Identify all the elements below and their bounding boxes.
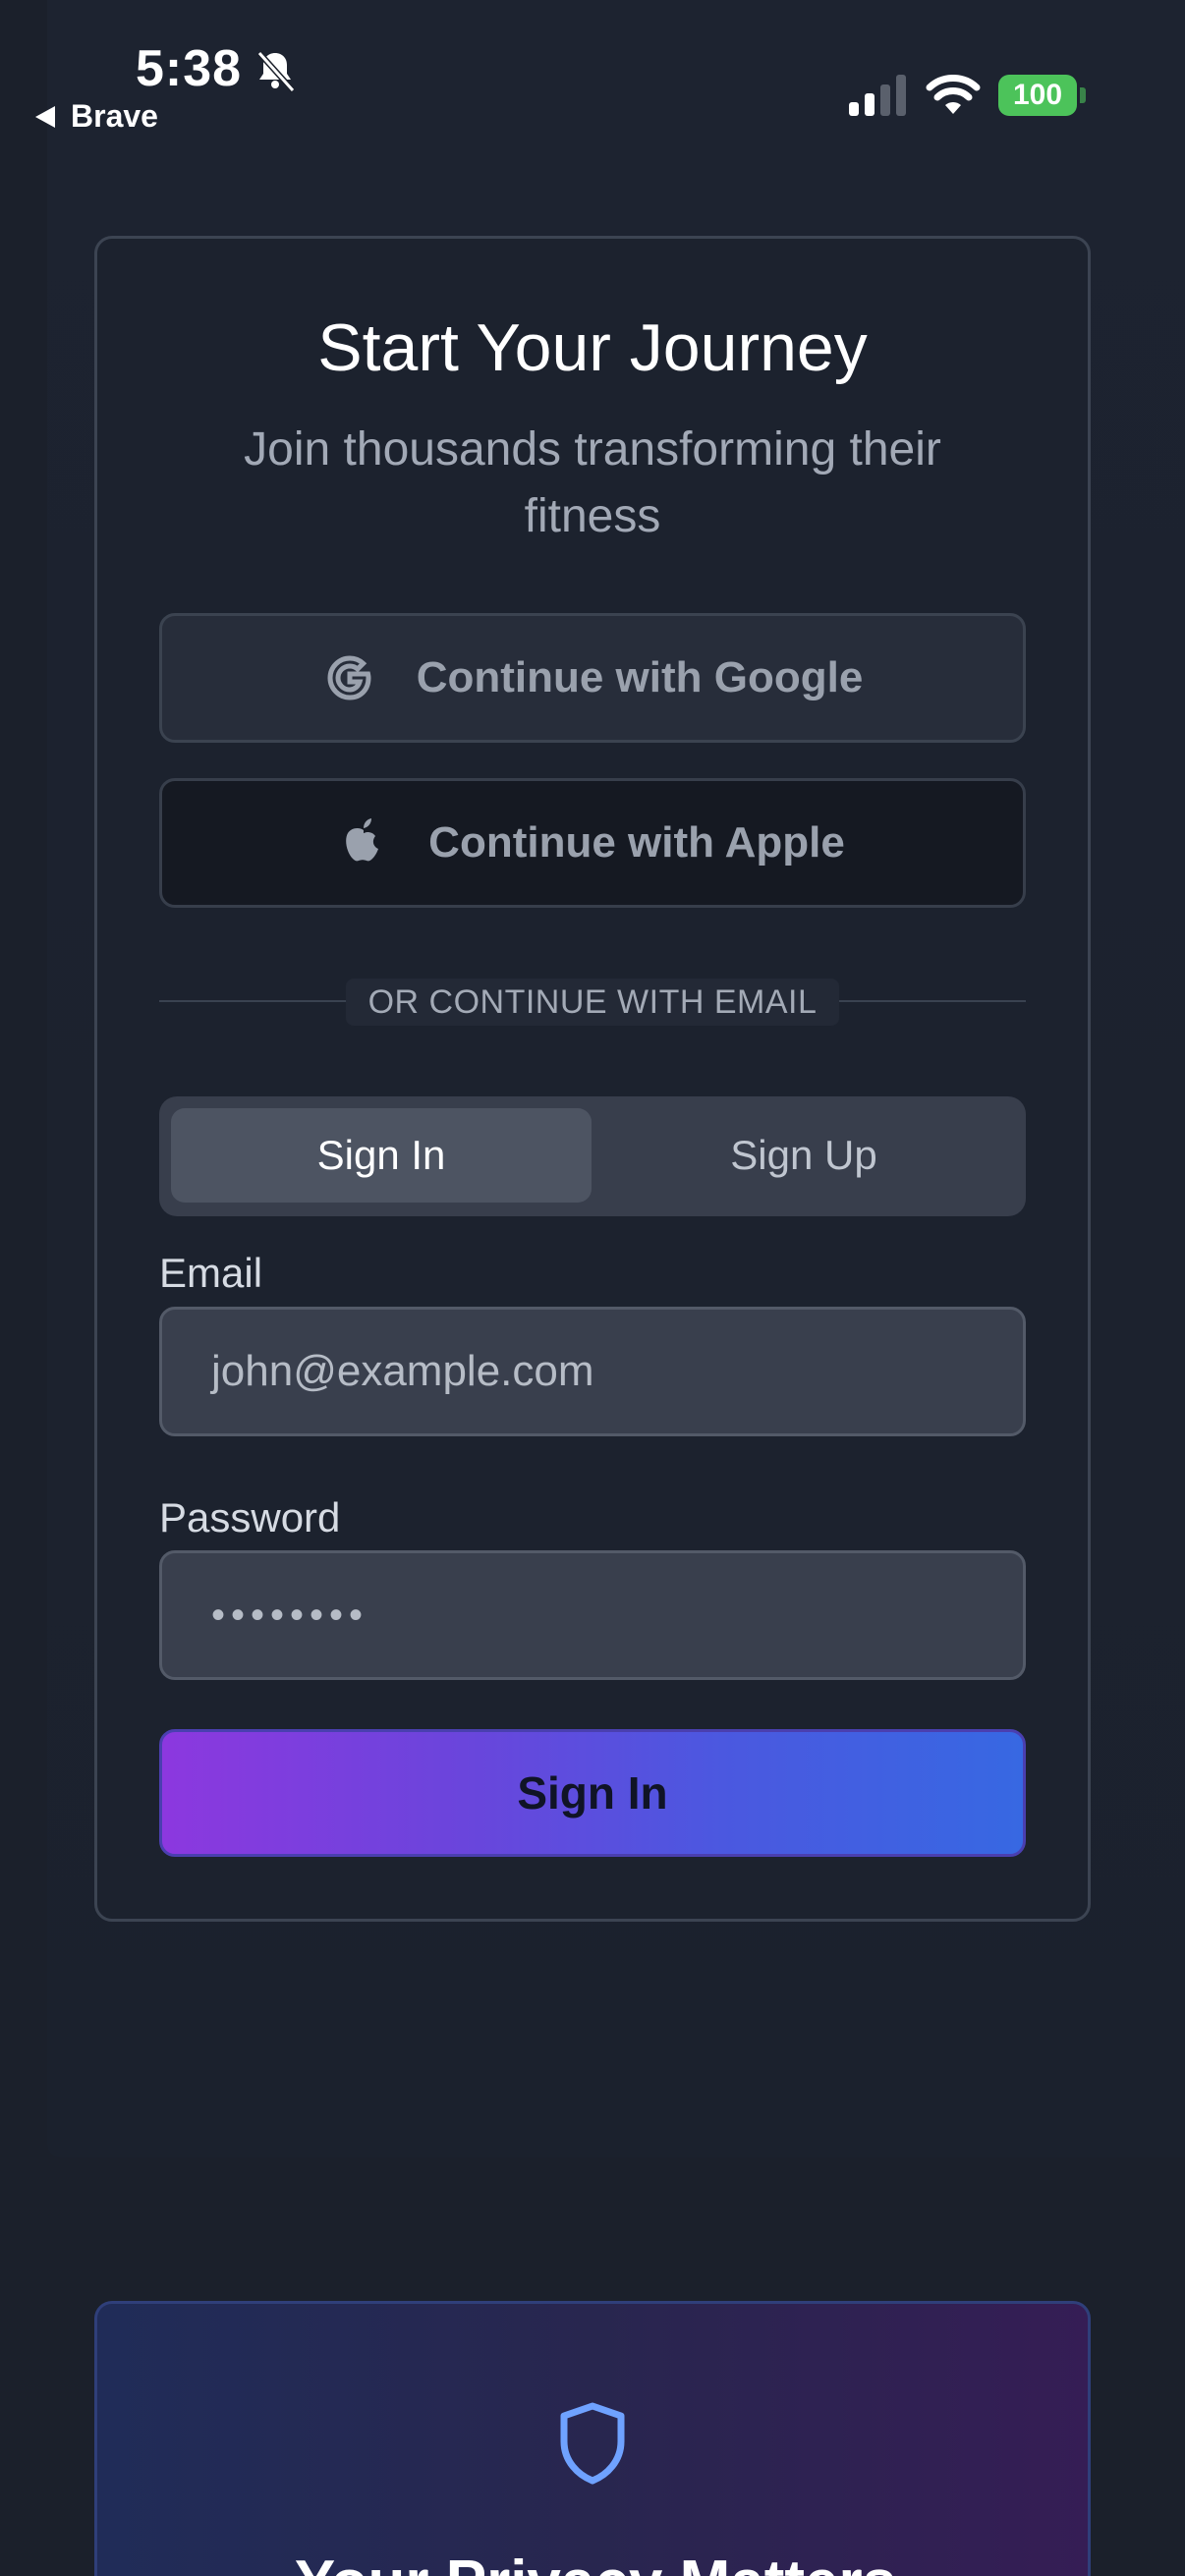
- email-label: Email: [159, 1250, 263, 1296]
- privacy-card: Your Privacy Matters: [94, 2301, 1091, 2576]
- apple-button-label: Continue with Apple: [428, 818, 845, 867]
- auth-mode-tabs: Sign In Sign Up: [159, 1096, 1026, 1216]
- page-subtitle: Join thousands transforming their fitnes…: [244, 423, 941, 542]
- privacy-title: Your Privacy Matters: [97, 2548, 1088, 2576]
- cellular-signal-icon: [849, 75, 906, 116]
- battery-indicator: 100: [998, 75, 1086, 116]
- tab-sign-up[interactable]: Sign Up: [593, 1108, 1014, 1203]
- back-triangle-icon: [35, 105, 55, 128]
- bell-slash-icon: [256, 50, 296, 93]
- shield-icon: [560, 2402, 625, 2485]
- continue-with-apple-button[interactable]: Continue with Apple: [159, 778, 1026, 908]
- sign-in-submit-button[interactable]: Sign In: [159, 1729, 1026, 1857]
- google-button-label: Continue with Google: [416, 653, 864, 701]
- back-to-app-link[interactable]: Brave: [35, 98, 158, 135]
- password-label: Password: [159, 1494, 341, 1540]
- battery-cap: [1080, 87, 1086, 103]
- battery-level: 100: [998, 75, 1077, 116]
- status-bar: 5:38 Brave 100: [0, 0, 1185, 138]
- divider-label: OR CONTINUE WITH EMAIL: [346, 979, 839, 1026]
- page-title: Start Your Journey: [317, 310, 868, 385]
- apple-icon: [346, 818, 379, 862]
- email-field[interactable]: john@example.com: [159, 1307, 1026, 1436]
- google-icon: [327, 655, 371, 700]
- back-app-label: Brave: [71, 98, 158, 134]
- page: 5:38 Brave 100 Start Your Journey Join t…: [0, 0, 1185, 2576]
- status-time: 5:38: [136, 40, 243, 97]
- continue-with-google-button[interactable]: Continue with Google: [159, 613, 1026, 743]
- tab-sign-in[interactable]: Sign In: [171, 1108, 592, 1203]
- password-field[interactable]: ••••••••: [159, 1550, 1026, 1680]
- wifi-icon: [926, 75, 981, 114]
